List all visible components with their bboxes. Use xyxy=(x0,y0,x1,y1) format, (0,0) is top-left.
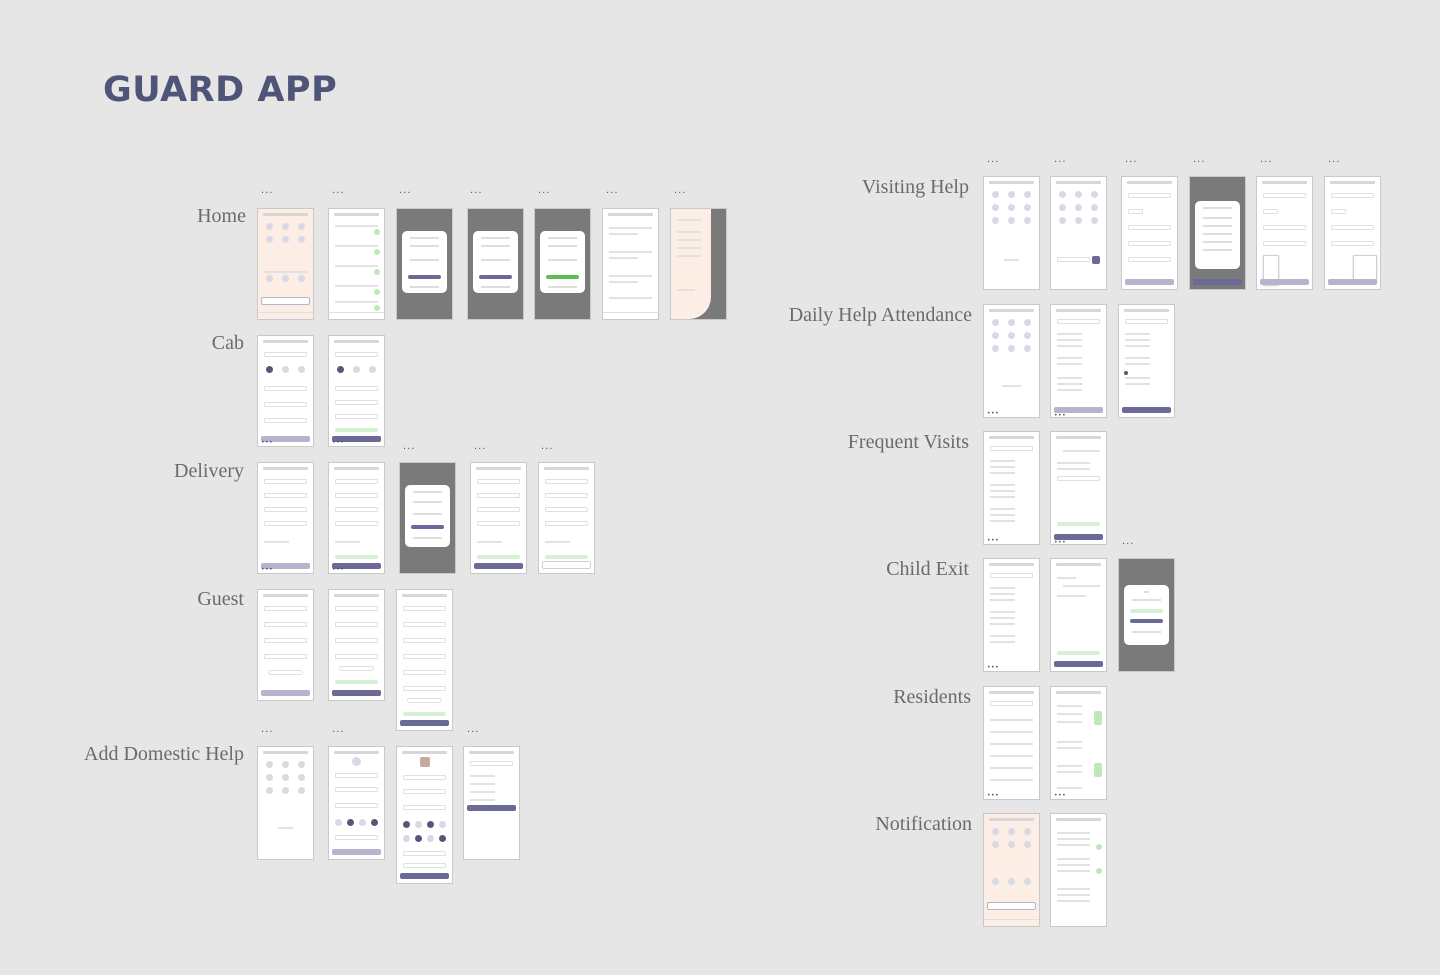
screen-guest-filled[interactable] xyxy=(328,589,385,701)
more-indicator[interactable]: ... xyxy=(467,725,480,735)
screen-attendance-categories[interactable]: ••• xyxy=(983,304,1040,418)
more-indicator[interactable]: ... xyxy=(674,186,687,196)
screen-frequent-list[interactable]: ••• xyxy=(983,431,1040,545)
screen-home-modal-3[interactable] xyxy=(534,208,591,320)
screen-child-confirm-modal[interactable] xyxy=(1118,558,1175,672)
more-indicator[interactable]: ... xyxy=(541,442,554,452)
screen-domestic-form[interactable] xyxy=(328,746,385,860)
more-indicator[interactable]: ... xyxy=(1125,155,1138,165)
more-indicator[interactable]: ... xyxy=(538,186,551,196)
screen-domestic-search[interactable] xyxy=(463,746,520,860)
screen-delivery-modal[interactable] xyxy=(399,462,456,574)
screen-visiting-categories-selected[interactable] xyxy=(1050,176,1107,290)
screen-domestic-categories[interactable] xyxy=(257,746,314,860)
screen-visiting-picker[interactable] xyxy=(1189,176,1246,290)
screen-visiting-categories[interactable] xyxy=(983,176,1040,290)
section-label-residents: Residents xyxy=(893,686,971,708)
screen-home-visitors[interactable] xyxy=(602,208,659,320)
screen-domestic-form-filled[interactable] xyxy=(396,746,453,884)
screen-delivery-done[interactable] xyxy=(538,462,595,574)
section-label-guest: Guest xyxy=(197,588,244,610)
screen-delivery-filled[interactable]: ••• xyxy=(328,462,385,574)
more-indicator[interactable]: ... xyxy=(403,442,416,452)
more-indicator[interactable]: ... xyxy=(1193,155,1206,165)
screen-frequent-detail[interactable]: ••• xyxy=(1050,431,1107,545)
more-indicator[interactable]: ... xyxy=(261,725,274,735)
section-label-cab: Cab xyxy=(211,332,244,354)
more-indicator[interactable]: ... xyxy=(261,186,274,196)
section-label-frequent-visits: Frequent Visits xyxy=(847,431,969,453)
more-indicator[interactable]: ... xyxy=(474,442,487,452)
more-indicator[interactable]: ... xyxy=(332,725,345,735)
screen-cab-empty[interactable]: ••• xyxy=(257,335,314,447)
screen-home-activity[interactable] xyxy=(328,208,385,320)
screen-notification-list[interactable] xyxy=(1050,813,1107,927)
page-title: GUARD APP xyxy=(103,70,338,110)
more-indicator[interactable]: ... xyxy=(470,186,483,196)
screen-guest-empty[interactable] xyxy=(257,589,314,701)
screen-delivery-empty[interactable]: ••• xyxy=(257,462,314,574)
section-label-visiting-help: Visiting Help xyxy=(861,176,969,198)
section-label-delivery: Delivery xyxy=(174,460,244,482)
screen-home-dashboard[interactable] xyxy=(257,208,314,320)
more-indicator[interactable]: ... xyxy=(1260,155,1273,165)
more-indicator[interactable]: ... xyxy=(399,186,412,196)
screen-notification-home[interactable] xyxy=(983,813,1040,927)
screen-visiting-dropdown[interactable] xyxy=(1256,176,1313,290)
more-indicator[interactable]: ... xyxy=(332,186,345,196)
screen-attendance-list-selected[interactable] xyxy=(1118,304,1175,418)
screen-residents-detail[interactable]: ••• xyxy=(1050,686,1107,800)
more-indicator[interactable]: ... xyxy=(1122,537,1135,547)
screen-home-modal-1[interactable] xyxy=(396,208,453,320)
screen-residents-list[interactable]: ••• xyxy=(983,686,1040,800)
section-label-child-exit: Child Exit xyxy=(886,558,969,580)
screen-attendance-list[interactable]: ••• xyxy=(1050,304,1107,418)
screen-home-modal-2[interactable] xyxy=(467,208,524,320)
section-label-home: Home xyxy=(197,205,246,227)
screen-visiting-dropdown-2[interactable] xyxy=(1324,176,1381,290)
screen-visiting-form[interactable] xyxy=(1121,176,1178,290)
screen-child-list[interactable]: ••• xyxy=(983,558,1040,672)
more-indicator[interactable]: ... xyxy=(1328,155,1341,165)
section-label-daily-help-attendance: Daily Help Attendance xyxy=(788,304,972,326)
screen-guest-long[interactable] xyxy=(396,589,453,731)
screen-cab-filled[interactable]: ••• xyxy=(328,335,385,447)
screen-child-detail[interactable] xyxy=(1050,558,1107,672)
section-label-notification: Notification xyxy=(875,813,972,835)
section-label-add-domestic-help: Add Domestic Help xyxy=(84,743,244,765)
screen-delivery-confirm[interactable] xyxy=(470,462,527,574)
more-indicator[interactable]: ... xyxy=(987,155,1000,165)
screen-home-drawer[interactable] xyxy=(670,208,727,320)
more-indicator[interactable]: ... xyxy=(606,186,619,196)
more-indicator[interactable]: ... xyxy=(1054,155,1067,165)
